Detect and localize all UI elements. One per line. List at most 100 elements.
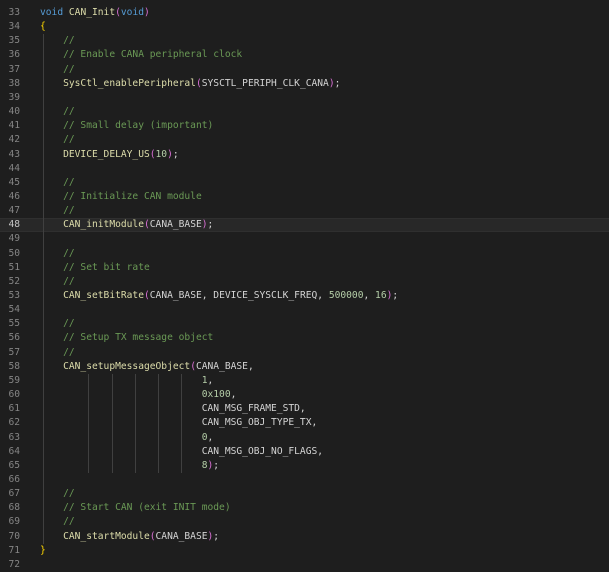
code-text: // [40,346,75,360]
code-token: // [63,63,75,75]
code-line[interactable]: 35 // [0,34,609,48]
code-line[interactable]: 66 [0,473,609,487]
line-number: 33 [8,7,20,18]
code-text: CAN_setupMessageObject(CANA_BASE, [40,360,254,374]
code-line[interactable]: 68 // Start CAN (exit INIT mode) [0,501,609,515]
code-token: } [40,544,46,556]
code-token: CAN_MSG_FRAME_STD, [201,403,306,415]
code-line[interactable]: 46 // Initialize CAN module [0,190,609,204]
indent-guide [181,373,183,473]
code-line[interactable]: 59 1, [0,374,609,388]
code-line[interactable]: 60 0x100, [0,388,609,402]
code-text: // [40,515,75,529]
code-line[interactable]: 48 CAN_initModule(CANA_BASE); [0,218,609,233]
code-token: ; [207,219,214,231]
code-line[interactable]: 34 { [0,20,609,34]
code-line[interactable]: 65 8); [0,459,609,473]
code-line[interactable]: 42 // [0,133,609,147]
code-token: // [63,488,75,500]
code-token: ) [144,7,150,18]
code-text: // Setup TX message object [40,331,213,345]
line-number: 52 [8,275,20,287]
code-token: // Small delay (important) [63,120,214,132]
code-line[interactable]: 36 // Enable CANA peripheral clock [0,48,609,62]
code-line[interactable]: 63 0, [0,431,609,445]
code-token: ; [334,77,341,89]
line-number: 39 [8,91,20,103]
code-line[interactable]: 64 CAN_MSG_OBJ_NO_FLAGS, [0,445,609,459]
code-line[interactable]: 52 // [0,275,609,289]
code-line[interactable]: 62 CAN_MSG_OBJ_TYPE_TX, [0,416,609,430]
code-line[interactable]: 37 // [0,63,609,77]
code-token: // [63,516,75,528]
code-token: // [63,318,75,330]
code-line[interactable]: 56 // Setup TX message object [0,331,609,345]
code-line[interactable]: 43 DEVICE_DELAY_US(10); [0,148,609,162]
code-line[interactable]: 39 [0,91,609,105]
code-text: // [40,204,75,218]
code-line[interactable]: 67 // [0,487,609,501]
code-token: 16 [375,290,387,301]
code-token: CAN_MSG_OBJ_TYPE_TX, [201,417,318,429]
line-number: 41 [8,120,20,132]
code-text: CAN_MSG_FRAME_STD, [40,402,306,416]
line-number: 62 [8,417,20,429]
line-number: 59 [8,374,20,386]
code-text: // Set bit rate [40,261,150,275]
code-text: // [40,247,75,261]
line-number: 49 [8,233,20,245]
code-text: // [40,133,75,147]
line-number: 66 [8,473,20,485]
code-text: // Start CAN (exit INIT mode) [40,501,231,515]
code-line[interactable]: 50 // [0,247,609,261]
code-token: // [63,247,75,259]
code-text: CAN_initModule(CANA_BASE); [40,219,213,231]
code-text: // [40,487,75,501]
line-number: 61 [8,403,20,415]
code-token: void [40,7,64,18]
code-token: // Set bit rate [63,261,150,273]
code-line[interactable]: 44 [0,162,609,176]
code-token: CANA_BASE [149,219,202,231]
line-number: 72 [8,558,20,570]
code-line[interactable]: 61 CAN_MSG_FRAME_STD, [0,402,609,416]
line-number: 63 [8,431,20,443]
code-text: // [40,63,75,77]
code-text: // Enable CANA peripheral clock [40,48,242,62]
code-line[interactable]: 71} [0,544,609,558]
code-editor[interactable]: 33 void CAN_Init(void) 34{35 //36 // Enabl… [0,0,609,570]
code-line[interactable]: 72 [0,558,609,572]
code-line[interactable]: 69 // [0,515,609,529]
code-line[interactable]: 54 [0,303,609,317]
code-token: DEVICE_DELAY_US [63,148,150,160]
code-line[interactable]: 55 // [0,317,609,331]
line-number: 43 [8,148,20,160]
code-line[interactable]: 51 // Set bit rate [0,261,609,275]
line-number: 60 [8,389,20,401]
code-line[interactable]: 53 CAN_setBitRate(CANA_BASE, DEVICE_SYSC… [0,289,609,303]
code-line[interactable]: 45 // [0,176,609,190]
code-text: CAN_startModule(CANA_BASE); [40,530,219,544]
code-token: SYSCTL_PERIPH_CLK_CANA [201,77,329,89]
code-line[interactable]: 58 CAN_setupMessageObject(CANA_BASE, [0,360,609,374]
code-line[interactable]: 33 void CAN_Init(void) [0,6,609,20]
code-text: // Small delay (important) [40,119,213,133]
code-line[interactable]: 40 // [0,105,609,119]
code-line[interactable]: 70 CAN_startModule(CANA_BASE); [0,530,609,544]
code-token: CAN_MSG_OBJ_NO_FLAGS, [201,445,324,457]
code-text: 0x100, [40,388,237,402]
code-line[interactable]: 47 // [0,204,609,218]
code-token: CANA_BASE, [195,360,254,372]
line-number: 67 [8,488,20,500]
code-line[interactable]: 57 // [0,346,609,360]
code-line[interactable]: 49 [0,232,609,246]
line-number: 47 [8,205,20,217]
code-line[interactable]: 38 SysCtl_enablePeripheral(SYSCTL_PERIPH… [0,77,609,91]
code-token: ; [213,530,220,542]
code-text: 0, [40,431,214,445]
indent-guide [111,373,113,473]
code-line[interactable]: 41 // Small delay (important) [0,119,609,133]
code-token: // Initialize CAN module [63,190,202,202]
